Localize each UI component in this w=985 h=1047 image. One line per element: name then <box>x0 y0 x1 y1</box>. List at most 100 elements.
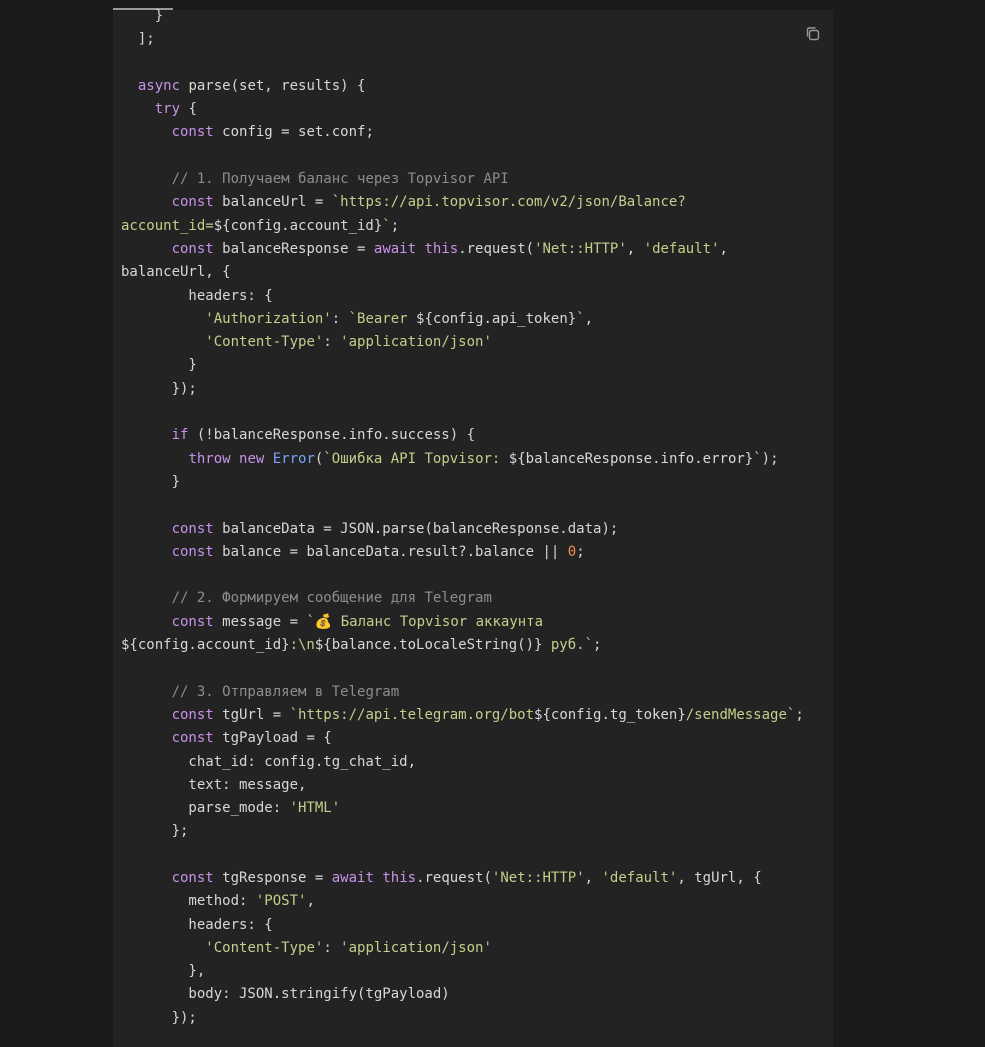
code-line: text: message, <box>121 774 821 797</box>
code-line: 'Content-Type': 'application/json' <box>121 331 821 354</box>
string-token: 'Authorization' <box>205 310 332 327</box>
keyword-token: if <box>171 427 189 444</box>
code-token: body: JSON.stringify(tgPayload) <box>121 986 450 1003</box>
code-token: { <box>180 101 197 118</box>
code-line: const tgResponse = await this.request('N… <box>121 867 821 890</box>
code-line: const balanceResponse = await this.reque… <box>121 238 821 261</box>
code-token: ; <box>576 543 585 560</box>
code-line: const tgPayload = { <box>121 727 821 750</box>
code-token: .request( <box>458 240 535 257</box>
string-token: `https://api.telegram.org/bot <box>289 706 535 723</box>
code-line: ]; <box>121 28 821 51</box>
code-line: } <box>121 471 821 494</box>
code-token: (!balanceResponse.info.success) { <box>188 427 476 444</box>
string-token: `Bearer <box>348 310 417 327</box>
string-token: `https://api.topvisor.com/v2/json/Balanc… <box>331 194 686 211</box>
code-line: const balanceData = JSON.parse(balanceRe… <box>121 518 821 541</box>
keyword-token: const <box>171 706 214 723</box>
string-token: account_id= <box>121 217 214 234</box>
code-line: }; <box>121 820 821 843</box>
string-token: 'Content-Type' <box>205 334 324 351</box>
code-token: }); <box>121 380 197 397</box>
code-token: .request( <box>416 869 492 886</box>
code-line: 'Authorization': `Bearer ${config.api_to… <box>121 308 821 331</box>
string-token: 'default' <box>601 869 678 886</box>
code-token: headers: { <box>121 287 273 304</box>
code-line: const tgUrl = `https://api.telegram.org/… <box>121 704 821 727</box>
class-token: Error <box>272 450 315 467</box>
keyword-token: const <box>171 124 214 141</box>
code-token: , tgUrl, { <box>677 869 762 886</box>
code-token: : <box>323 939 341 956</box>
string-token: 'HTML' <box>289 800 341 817</box>
keyword-token: const <box>171 240 214 257</box>
code-token: ]; <box>121 31 155 48</box>
keyword-token: const <box>171 520 214 537</box>
keyword-token: this <box>382 869 417 886</box>
comment-token: // 3. Отправляем в Telegram <box>171 683 400 700</box>
code-token: config = set.conf; <box>213 124 374 141</box>
code-viewer: } ]; async parse(set, results) { try { c… <box>0 0 985 1047</box>
string-token: 'application/json' <box>340 334 492 351</box>
code-line: balanceUrl, { <box>121 261 821 284</box>
string-token: 'application/json' <box>340 939 492 956</box>
code-token: ${balance.toLocaleString()} <box>314 637 543 654</box>
string-token: 'Net::HTTP' <box>491 869 585 886</box>
code-token: text: message, <box>121 776 307 793</box>
code-token: chat_id: config.tg_chat_id, <box>121 753 417 770</box>
code-token: ${config.tg_token} <box>534 706 686 723</box>
code-line: } <box>121 354 821 377</box>
code-line: throw new Error(`Ошибка API Topvisor: ${… <box>121 448 821 471</box>
code-line: headers: { <box>121 914 821 937</box>
code-token: tgPayload = { <box>213 730 332 747</box>
code-token: balanceUrl, { <box>121 264 231 281</box>
string-token: ` <box>753 450 762 467</box>
string-token: `Ошибка API Topvisor: <box>323 450 509 467</box>
code-line: // 2. Формируем сообщение для Telegram <box>121 587 821 610</box>
code-token: tgResponse = <box>213 869 332 886</box>
code-token: ${config.account_id} <box>121 637 290 654</box>
code-token: headers: { <box>121 916 273 933</box>
code-line: // 1. Получаем баланс через Topvisor API <box>121 168 821 191</box>
code-line: ${config.account_id}:\n${balance.toLocal… <box>121 634 821 657</box>
keyword-token: const <box>171 543 214 560</box>
code-line: const message = `💰 Баланс Topvisor аккау… <box>121 611 821 634</box>
code-token: balanceUrl = <box>213 194 332 211</box>
code-token: }); <box>121 1009 197 1026</box>
code-line: }, <box>121 960 821 983</box>
code-token: , <box>719 240 728 257</box>
code-line: method: 'POST', <box>121 890 821 913</box>
string-token: 'POST' <box>255 893 307 910</box>
code-token: : <box>331 310 349 327</box>
string-token: руб.` <box>542 637 594 654</box>
keyword-token: const <box>171 869 214 886</box>
code-token: parse(set, results) { <box>180 77 366 94</box>
code-line: }); <box>121 378 821 401</box>
code-token: ; <box>390 217 400 234</box>
code-token: balanceResponse = <box>213 240 374 257</box>
code-line: // 3. Отправляем в Telegram <box>121 681 821 704</box>
code-line: try { <box>121 98 821 121</box>
code-line: body: JSON.stringify(tgPayload) <box>121 983 821 1006</box>
code-token: } <box>121 473 181 490</box>
code-line: 'Content-Type': 'application/json' <box>121 937 821 960</box>
code-line: async parse(set, results) { <box>121 75 821 98</box>
code-line: }); <box>121 1007 821 1030</box>
